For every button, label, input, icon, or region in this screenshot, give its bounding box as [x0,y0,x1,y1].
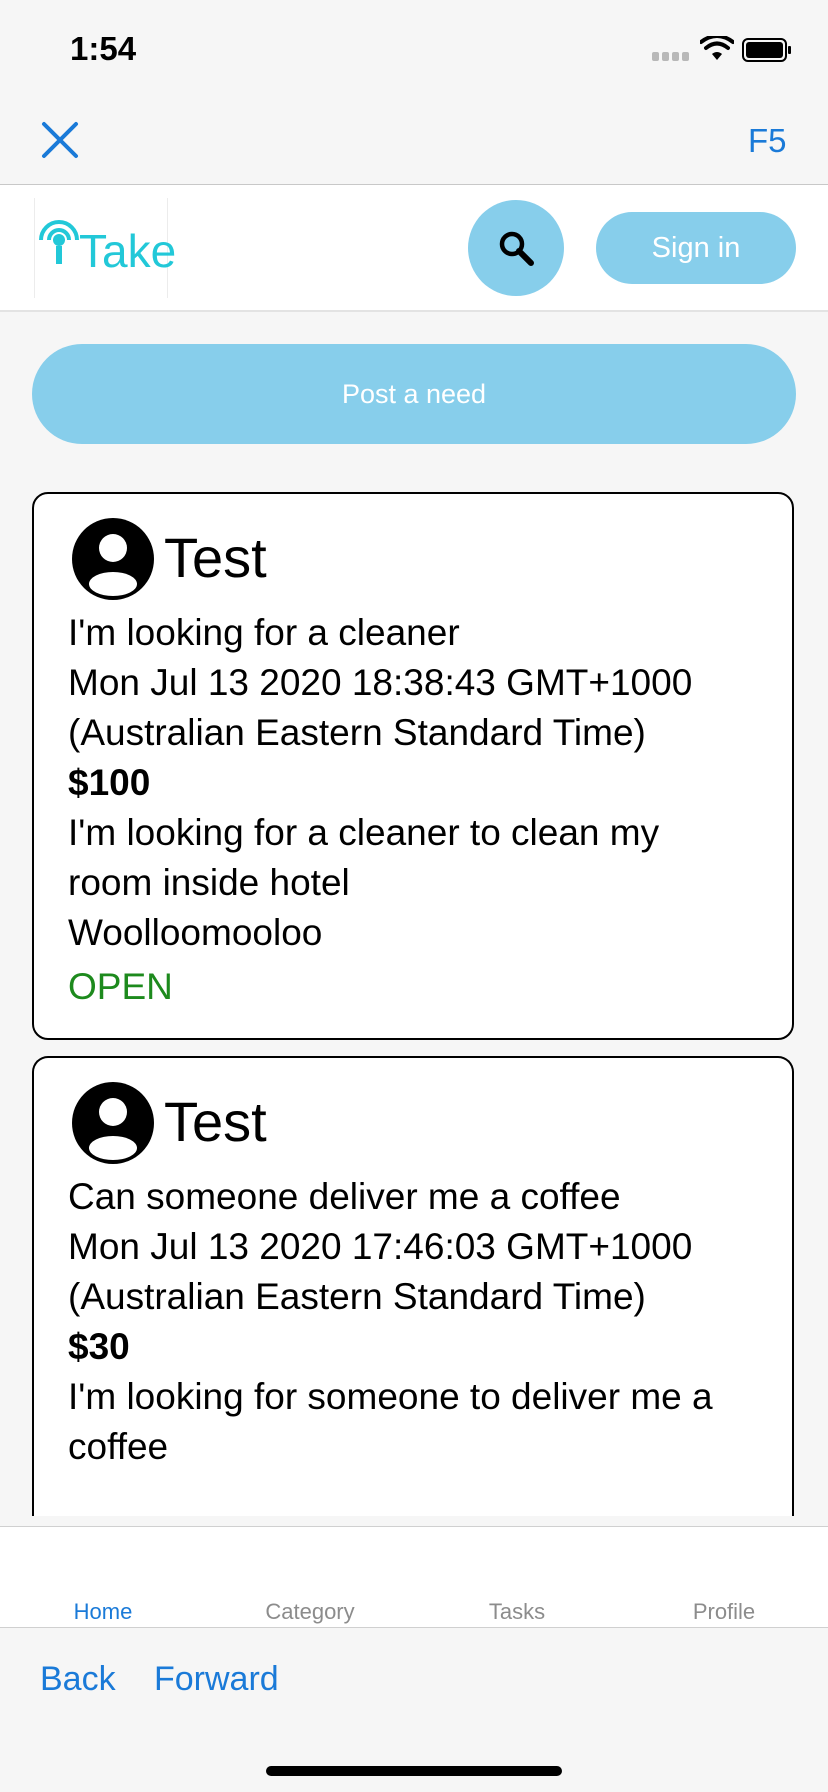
post-date-timezone: (Australian Eastern Standard Time) [68,1276,646,1317]
refresh-button[interactable]: F5 [748,122,787,160]
battery-icon [742,38,791,62]
post-description: I'm looking for someone to deliver me a [68,1376,713,1417]
post-description-cont: coffee [68,1426,169,1467]
logo[interactable]: Take [34,198,176,298]
post-status-badge: OPEN [68,966,173,1007]
cellular-signal-icon [652,52,692,62]
status-time: 1:54 [70,30,137,67]
post-card[interactable]: Test I'm looking for a cleaner Mon Jul 1… [32,492,794,1040]
forward-button[interactable]: Forward [154,1660,279,1699]
post-date: Mon Jul 13 2020 17:46:03 GMT+1000 [68,1226,693,1267]
post-need-button[interactable]: Post a need [32,344,796,444]
post-location: Woolloomooloo [68,912,323,953]
logo-text: Take [79,225,177,277]
post-date: Mon Jul 13 2020 18:38:43 GMT+1000 [68,662,693,703]
post-title: Can someone deliver me a coffee [68,1176,621,1217]
wifi-icon [700,36,734,60]
post-date-timezone: (Australian Eastern Standard Time) [68,712,646,753]
tab-bar: Home Category Tasks Profile [0,1526,828,1628]
post-card[interactable]: Test Can someone deliver me a coffee Mon… [32,1056,794,1516]
close-icon[interactable] [40,120,80,160]
post-title: I'm looking for a cleaner [68,612,460,653]
post-user-name: Test [164,1090,267,1153]
post-description-cont: room inside hotel [68,862,350,903]
user-avatar-icon [72,518,154,600]
tab-profile[interactable]: Profile [644,1599,804,1625]
post-description: I'm looking for a cleaner to clean my [68,812,660,853]
user-avatar-icon [72,1082,154,1164]
search-button[interactable] [468,200,564,296]
post-user-name: Test [164,526,267,589]
tab-tasks[interactable]: Tasks [437,1599,597,1625]
tab-home[interactable]: Home [23,1599,183,1625]
tab-category[interactable]: Category [230,1599,390,1625]
sign-in-button[interactable]: Sign in [596,212,796,284]
post-price: $30 [68,1326,130,1367]
search-icon [499,231,534,266]
post-price: $100 [68,762,151,803]
back-button[interactable]: Back [40,1660,116,1699]
home-indicator[interactable] [266,1766,562,1776]
